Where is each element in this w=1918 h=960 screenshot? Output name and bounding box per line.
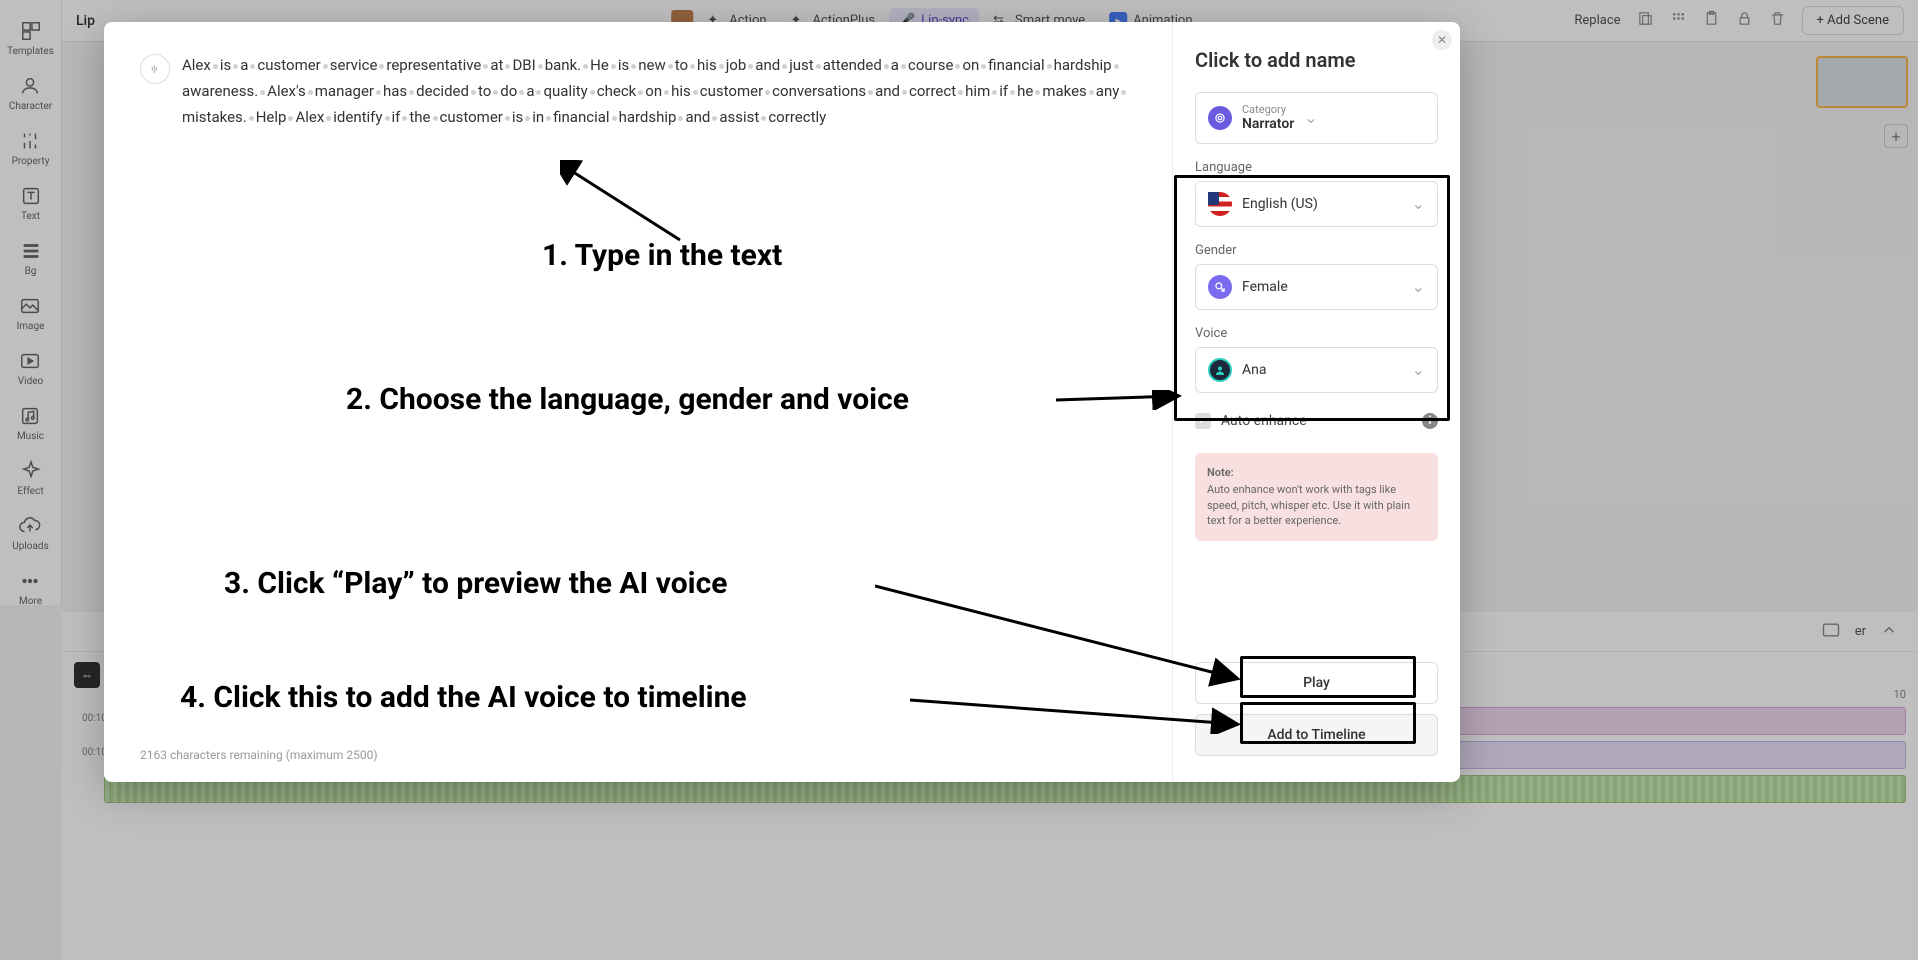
category-value: Narrator	[1242, 116, 1294, 133]
chevron-down-icon: ⌄	[1412, 360, 1425, 379]
language-dropdown[interactable]: English (US) ⌄	[1195, 181, 1438, 227]
gender-icon	[1208, 275, 1232, 299]
add-to-timeline-button[interactable]: Add to Timeline	[1195, 714, 1438, 756]
auto-enhance-row: ✓ Auto enhance i	[1195, 413, 1438, 429]
auto-enhance-label: Auto enhance	[1221, 413, 1307, 429]
script-input[interactable]: AlexisacustomerservicerepresentativeatDB…	[182, 52, 1136, 130]
category-small: Category	[1242, 103, 1294, 116]
voice-dropdown[interactable]: Ana ⌄	[1195, 347, 1438, 393]
close-icon[interactable]: ✕	[1432, 30, 1452, 50]
char-counter: 2163 characters remaining (maximum 2500)	[140, 728, 1136, 762]
annotation-2: 2. Choose the language, gender and voice	[346, 382, 909, 417]
category-icon	[1208, 106, 1232, 130]
gender-label: Gender	[1195, 243, 1438, 258]
modal-actions: Play Add to Timeline	[1195, 662, 1438, 756]
chevron-down-icon: ⌄	[1412, 277, 1425, 296]
annotation-4: 4. Click this to add the AI voice to tim…	[180, 680, 747, 715]
gender-dropdown[interactable]: Female ⌄	[1195, 264, 1438, 310]
category-dropdown[interactable]: CategoryNarrator ⌄	[1195, 92, 1438, 144]
note-body: Auto enhance won't work with tags like s…	[1207, 483, 1410, 527]
info-icon[interactable]: i	[1422, 413, 1438, 429]
voice-value: Ana	[1242, 362, 1402, 378]
voice-avatar-icon	[1208, 358, 1232, 382]
note-box: Note: Auto enhance won't work with tags …	[1195, 453, 1438, 541]
name-input[interactable]: Click to add name	[1195, 48, 1438, 72]
annotation-1: 1. Type in the text	[542, 238, 782, 273]
play-button[interactable]: Play	[1195, 662, 1438, 704]
modal-settings-panel: ✕ Click to add name CategoryNarrator ⌄ L…	[1172, 22, 1460, 782]
language-value: English (US)	[1242, 196, 1402, 212]
note-title: Note:	[1207, 465, 1426, 480]
voice-wave-icon	[140, 54, 170, 84]
chevron-down-icon: ⌄	[1304, 108, 1317, 127]
auto-enhance-checkbox[interactable]: ✓	[1195, 413, 1211, 429]
chevron-down-icon: ⌄	[1412, 194, 1425, 213]
flag-us-icon	[1208, 192, 1232, 216]
voice-label: Voice	[1195, 326, 1438, 341]
annotation-3: 3. Click “Play” to preview the AI voice	[224, 566, 727, 601]
language-label: Language	[1195, 160, 1438, 175]
gender-value: Female	[1242, 279, 1402, 295]
